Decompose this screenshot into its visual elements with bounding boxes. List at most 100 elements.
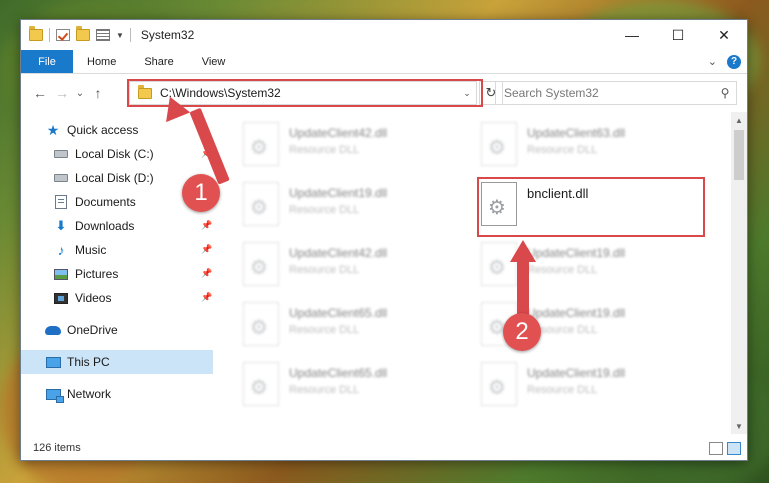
file-name: UpdateClient63.dll — [527, 126, 626, 140]
file-name: UpdateClient19.dll — [527, 246, 626, 260]
file-item[interactable]: UpdateClient19.dll Resource DLL — [481, 362, 701, 410]
file-name: UpdateClient42.dll — [289, 126, 388, 140]
file-name: UpdateClient42.dll — [289, 246, 388, 260]
nav-item-videos[interactable]: Videos 📌 — [21, 286, 213, 310]
nav-label: Downloads — [75, 219, 135, 233]
pin-icon: 📌 — [201, 220, 213, 230]
nav-label: Pictures — [75, 267, 119, 281]
pin-icon: 📌 — [201, 244, 213, 254]
file-item[interactable]: UpdateClient65.dll Resource DLL — [243, 302, 463, 350]
search-input[interactable]: Search System32 ⚲ — [495, 81, 737, 105]
dll-file-icon — [243, 182, 279, 226]
pin-icon: 📌 — [201, 292, 213, 302]
file-name: UpdateClient19.dll — [527, 366, 626, 380]
file-type: Resource DLL — [527, 144, 598, 156]
tab-file[interactable]: File — [21, 50, 73, 73]
search-placeholder: Search System32 — [504, 86, 599, 100]
documents-icon — [55, 195, 67, 209]
dll-file-icon — [243, 122, 279, 166]
scroll-up-icon[interactable]: ▲ — [731, 112, 747, 128]
file-type: Resource DLL — [289, 144, 360, 156]
quick-access-toolbar: ▼ System32 — [21, 20, 194, 50]
file-type: Resource DLL — [527, 324, 598, 336]
window-title: System32 — [140, 28, 195, 42]
onedrive-icon — [45, 325, 61, 335]
back-icon[interactable]: ← — [29, 85, 51, 101]
pc-icon — [45, 356, 61, 368]
qa-dropdown-icon[interactable]: ▼ — [116, 31, 124, 40]
forward-icon[interactable]: → — [51, 85, 73, 101]
tab-view[interactable]: View — [188, 50, 240, 73]
new-folder-icon[interactable] — [76, 26, 90, 41]
nav-item-network[interactable]: Network — [21, 382, 213, 406]
divider — [129, 28, 131, 42]
vertical-scrollbar[interactable]: ▲ ▼ — [731, 112, 747, 434]
ribbon-tabs: File Home Share View ⌄ ? — [21, 50, 747, 74]
navigation-pane: ★ Quick access Local Disk (C:) 📌 Local D… — [21, 116, 213, 434]
customize-icon[interactable] — [96, 29, 110, 41]
window-controls: — ☐ ✕ — [609, 20, 747, 50]
nav-label: Videos — [75, 291, 112, 305]
videos-icon — [54, 292, 68, 304]
drive-icon — [54, 150, 68, 158]
nav-item-quick-access[interactable]: ★ Quick access — [21, 118, 213, 142]
help-icon[interactable]: ? — [727, 54, 741, 69]
nav-item-downloads[interactable]: ⬇ Downloads 📌 — [21, 214, 213, 238]
download-icon: ⬇ — [55, 218, 67, 233]
file-list: UpdateClient42.dll Resource DLL UpdateCli… — [213, 116, 731, 434]
nav-item-onedrive[interactable]: OneDrive — [21, 318, 213, 342]
maximize-button[interactable]: ☐ — [655, 20, 701, 50]
search-icon[interactable]: ⚲ — [714, 86, 736, 100]
status-bar: 126 items — [21, 436, 747, 460]
dll-file-icon — [481, 122, 517, 166]
nav-item-local-disk-c[interactable]: Local Disk (C:) 📌 — [21, 142, 213, 166]
properties-check-icon[interactable] — [56, 29, 70, 41]
nav-label: Local Disk (D:) — [75, 171, 154, 185]
nav-label: This PC — [67, 355, 110, 369]
tab-share[interactable]: Share — [130, 50, 187, 73]
network-icon — [45, 388, 64, 403]
explorer-window: ▼ System32 — ☐ ✕ File Home Share View ⌄ … — [20, 19, 748, 461]
scroll-down-icon[interactable]: ▼ — [731, 418, 747, 434]
nav-label: Music — [75, 243, 107, 257]
file-type: Resource DLL — [527, 384, 598, 396]
star-icon: ★ — [46, 121, 60, 138]
file-item[interactable]: UpdateClient63.dll Resource DLL — [481, 122, 701, 170]
file-item[interactable]: UpdateClient19.dll Resource DLL — [243, 182, 463, 230]
close-button[interactable]: ✕ — [701, 20, 747, 50]
dll-file-icon — [243, 302, 279, 346]
file-type: Resource DLL — [289, 204, 360, 216]
divider — [49, 28, 50, 42]
music-icon: ♪ — [57, 242, 65, 258]
nav-label: Quick access — [67, 123, 139, 137]
file-item[interactable]: UpdateClient42.dll Resource DLL — [243, 122, 463, 170]
nav-item-pictures[interactable]: Pictures 📌 — [21, 262, 213, 286]
file-name: UpdateClient19.dll — [527, 306, 626, 320]
tab-home[interactable]: Home — [73, 50, 130, 73]
nav-label: Local Disk (C:) — [75, 147, 154, 161]
dll-file-icon — [243, 362, 279, 406]
file-item[interactable]: UpdateClient65.dll Resource DLL — [243, 362, 463, 410]
up-icon[interactable]: ↑ — [87, 85, 109, 101]
nav-label: OneDrive — [67, 323, 118, 337]
file-highlight-box — [477, 177, 705, 237]
file-name: UpdateClient65.dll — [289, 366, 388, 380]
file-type: Resource DLL — [289, 384, 360, 396]
file-name: UpdateClient19.dll — [289, 186, 388, 200]
minimize-button[interactable]: — — [609, 20, 655, 50]
large-icons-view-icon[interactable] — [727, 442, 741, 455]
title-bar: ▼ System32 — ☐ ✕ — [21, 20, 747, 50]
file-type: Resource DLL — [289, 324, 360, 336]
item-count: 126 items — [33, 442, 81, 454]
details-view-icon[interactable] — [709, 442, 723, 455]
recent-locations-icon[interactable]: ⌄ — [73, 88, 87, 99]
pictures-icon — [54, 268, 68, 280]
nav-item-this-pc[interactable]: This PC — [21, 350, 213, 374]
expand-ribbon-icon[interactable]: ⌄ — [708, 55, 717, 68]
file-item[interactable]: UpdateClient42.dll Resource DLL — [243, 242, 463, 290]
file-type: Resource DLL — [527, 264, 598, 276]
scroll-thumb[interactable] — [734, 130, 744, 180]
nav-item-music[interactable]: ♪ Music 📌 — [21, 238, 213, 262]
callout-badge-1: 1 — [182, 174, 220, 212]
dll-file-icon — [481, 362, 517, 406]
